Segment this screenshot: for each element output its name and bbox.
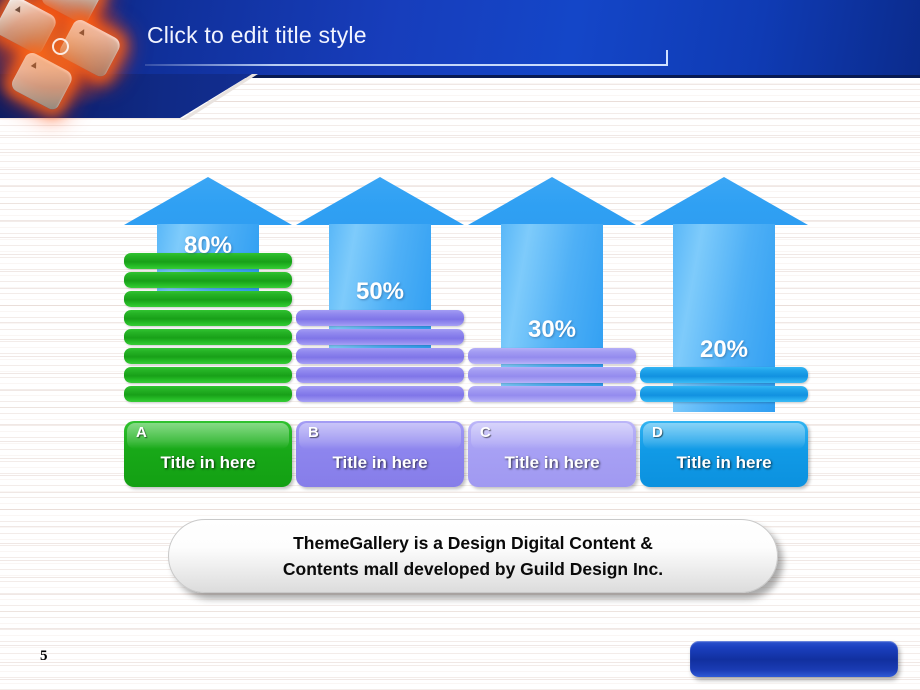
bar-segment xyxy=(640,386,808,402)
bar-segment xyxy=(296,329,464,345)
keyboard-keys-icon xyxy=(0,0,158,122)
bar-segment xyxy=(124,272,292,288)
arrow-head-a xyxy=(124,177,292,225)
column-label-card-c[interactable]: C Title in here xyxy=(468,421,636,487)
column-title-b: Title in here xyxy=(332,453,428,472)
bar-segment xyxy=(124,367,292,383)
column-letter-c: C xyxy=(480,424,491,441)
slide: Click to edit title style 80% A Title in… xyxy=(0,0,920,690)
keys-glow xyxy=(0,0,138,110)
percent-label-a: 80% xyxy=(183,232,233,259)
bar-segment xyxy=(640,367,808,383)
bar-segment xyxy=(124,310,292,326)
footer-button[interactable] xyxy=(690,641,898,677)
card-gloss xyxy=(299,423,461,449)
bar-segment xyxy=(468,386,636,402)
column-letter-b: B xyxy=(308,424,319,441)
key-highlight-ring-icon xyxy=(52,38,69,55)
card-gloss xyxy=(471,423,633,449)
card-gloss xyxy=(643,423,805,449)
column-label-card-b[interactable]: B Title in here xyxy=(296,421,464,487)
arrow-head-c xyxy=(468,177,636,225)
bar-segment xyxy=(296,348,464,364)
column-title-c: Title in here xyxy=(504,453,600,472)
percent-label-d: 20% xyxy=(699,336,749,363)
arrow-body-d xyxy=(673,224,775,412)
bar-segment xyxy=(296,310,464,326)
percent-label-b: 50% xyxy=(355,278,405,305)
column-letter-d: D xyxy=(652,424,663,441)
bar-segment xyxy=(468,367,636,383)
percent-label-c: 30% xyxy=(527,316,577,343)
caption-line-1: ThemeGallery is a Design Digital Content… xyxy=(293,533,653,553)
title-underline xyxy=(145,64,667,66)
column-letter-a: A xyxy=(136,424,147,441)
bar-segment xyxy=(296,386,464,402)
bar-segment xyxy=(124,291,292,307)
card-gloss xyxy=(127,423,289,449)
bar-segment xyxy=(124,329,292,345)
bar-segment xyxy=(296,367,464,383)
column-label-card-d[interactable]: D Title in here xyxy=(640,421,808,487)
bar-segment xyxy=(468,348,636,364)
caption-line-2: Contents mall developed by Guild Design … xyxy=(282,559,664,579)
page-title[interactable]: Click to edit title style xyxy=(147,22,367,49)
bar-segment xyxy=(124,348,292,364)
page-number: 5 xyxy=(40,648,48,664)
column-title-a: Title in here xyxy=(160,453,256,472)
slide-header: Click to edit title style xyxy=(0,0,920,120)
caption-callout[interactable]: ThemeGallery is a Design Digital Content… xyxy=(168,519,778,593)
arrow-head-b xyxy=(296,177,464,225)
arrow-head-d xyxy=(640,177,808,225)
column-title-d: Title in here xyxy=(676,453,772,472)
column-label-card-a[interactable]: A Title in here xyxy=(124,421,292,487)
bar-segment xyxy=(124,386,292,402)
title-underline-tick xyxy=(666,50,668,66)
